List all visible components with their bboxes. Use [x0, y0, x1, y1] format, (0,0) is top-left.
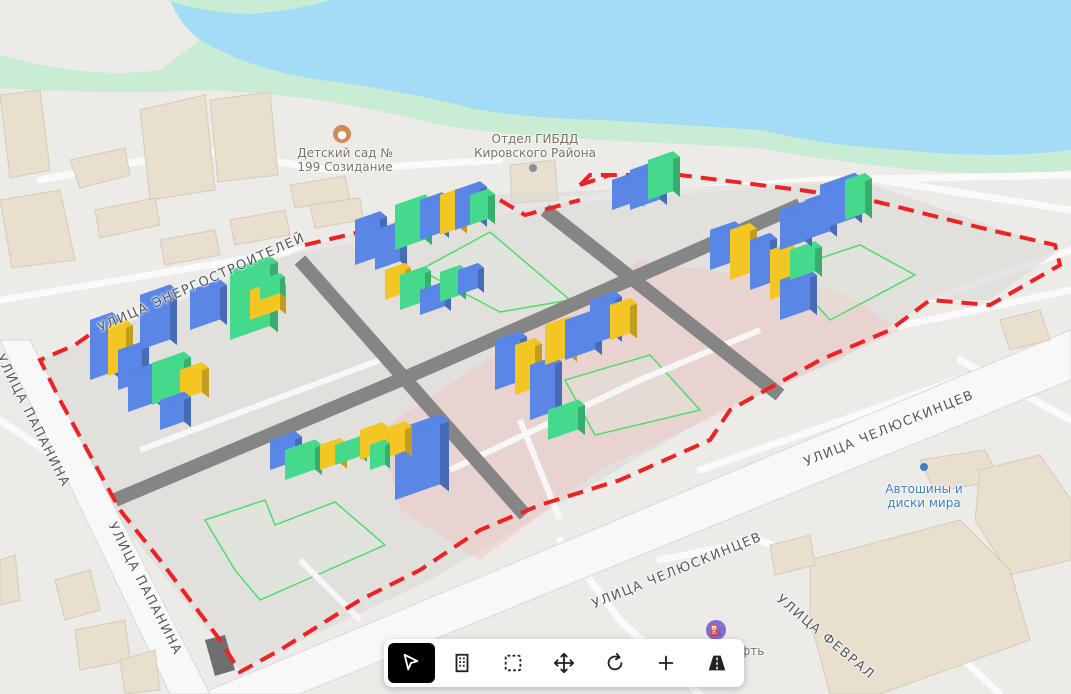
- road-tool[interactable]: [693, 643, 740, 683]
- map-canvas[interactable]: [0, 0, 1071, 694]
- building-side: [440, 414, 449, 492]
- road-icon: [708, 655, 725, 671]
- poi-kindergarten-label[interactable]: Детский сад № 199 Созидание: [290, 146, 400, 174]
- rotate-icon: [607, 652, 623, 671]
- move-arrows-icon: [553, 652, 575, 674]
- cursor-arrow-icon: [404, 653, 419, 671]
- gas-station-icon[interactable]: ⛽: [706, 620, 726, 640]
- dashed-square-icon: [504, 654, 522, 672]
- rotate-tool[interactable]: [591, 643, 638, 683]
- area-select-tool[interactable]: [490, 643, 537, 683]
- add-tool[interactable]: [642, 643, 689, 683]
- map-toolbar: [384, 639, 744, 687]
- select-tool[interactable]: [388, 643, 435, 683]
- poi-gas-label[interactable]: фть: [740, 644, 780, 658]
- dot-icon: [920, 463, 928, 471]
- plus-icon: [658, 655, 674, 671]
- poi-gibdd-label[interactable]: Отдел ГИБДД Кировского Района: [470, 132, 600, 160]
- building-tool[interactable]: [439, 643, 486, 683]
- poi-tires-label[interactable]: Автошины и диски мира: [872, 482, 976, 510]
- dot-icon: [529, 164, 537, 172]
- move-tool[interactable]: [541, 643, 588, 683]
- building-icon: [455, 653, 469, 673]
- kindergarten-icon[interactable]: ●: [333, 125, 351, 143]
